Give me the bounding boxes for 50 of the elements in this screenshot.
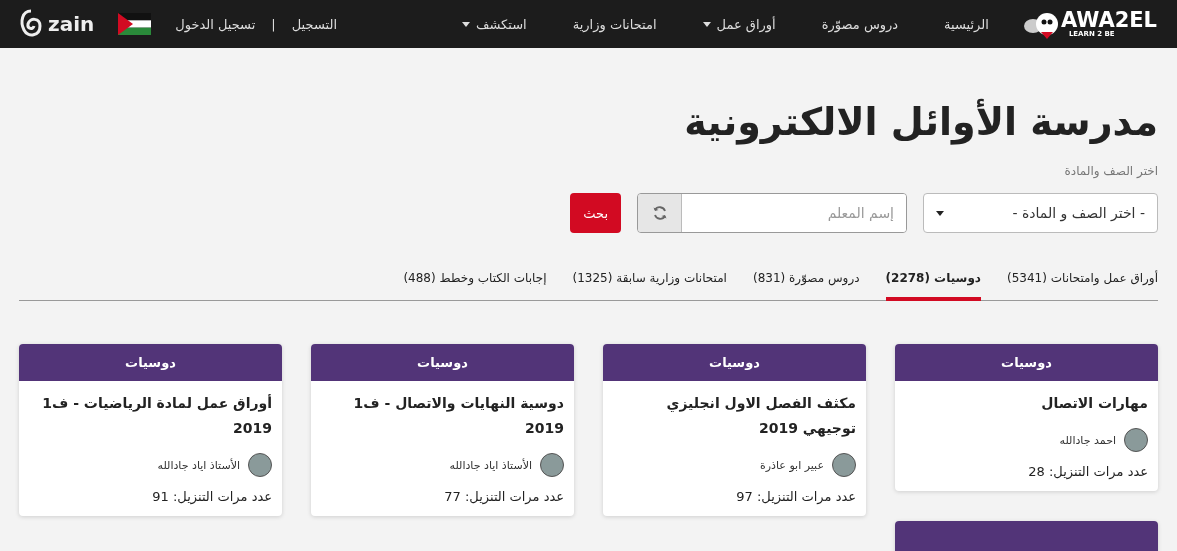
download-count: عدد مرات التنزيل: 91 <box>151 489 272 504</box>
nav-link[interactable]: أوراق عمل <box>702 16 776 32</box>
file-card[interactable]: دوسيات مكثف الفصل الاول انجليزي توجيهي 2019 عبير ابو عاذرة عدد مرات التنزيل: 97 <box>603 344 866 516</box>
author-name: الأستاذ اياد جادالله <box>449 458 532 472</box>
sponsor-name: zain <box>48 12 95 36</box>
avatar-icon <box>248 453 272 477</box>
file-card[interactable]: دوسيات مهارات الاتصال احمد جادالله عدد مرات التنزيل: 28 <box>895 344 1158 491</box>
caret-icon <box>462 21 471 27</box>
file-card[interactable]: دوسيات دوسية النهايات والاتصال - ف1 2019 الأستاذ اياد جادالله عدد مرات التنزيل: 77 <box>311 344 574 516</box>
category-tab[interactable]: إجابات الكتاب وخطط (488) <box>403 271 547 301</box>
register-link[interactable]: التسجيل <box>291 16 337 32</box>
author-name: عبير ابو عاذرة <box>760 458 824 472</box>
nav-link[interactable]: دروس مصوّرة <box>821 16 899 32</box>
file-card[interactable]: دوسيات أوراق عمل لمادة الرياضيات - ف1 2019 الأستاذ اياد جادالله عدد مرات التنزيل: 91 <box>19 344 282 516</box>
download-count: عدد مرات التنزيل: 28 <box>1027 464 1148 479</box>
caret-icon <box>702 21 711 27</box>
logo-name: AWA2EL <box>1060 10 1157 31</box>
category-tab[interactable]: دوسيات (2278) <box>885 271 981 301</box>
separator: | <box>271 16 276 32</box>
nav-link[interactable]: امتحانات وزارية <box>572 16 657 32</box>
author-name: الأستاذ اياد جادالله <box>157 458 240 472</box>
card-category: دوسيات <box>19 344 282 381</box>
avatar-icon <box>832 453 856 477</box>
card-title: دوسية النهايات والاتصال - ف1 2019 <box>352 394 564 438</box>
login-link[interactable]: تسجيل الدخول <box>175 16 256 32</box>
refresh-button[interactable] <box>638 194 682 232</box>
search-button[interactable]: بحث <box>570 193 621 233</box>
card-title: مهارات الاتصال <box>1040 394 1148 414</box>
avatar-icon <box>1124 428 1148 452</box>
card-category: دوسيات <box>895 344 1158 381</box>
card-title: مكثف الفصل الاول انجليزي توجيهي 2019 <box>665 394 856 439</box>
card-category: دوسيات <box>603 344 866 381</box>
author-name: احمد جادالله <box>1059 433 1116 447</box>
category-tab[interactable]: دروس مصوّرة (831) <box>752 271 860 301</box>
download-count: عدد مرات التنزيل: 97 <box>735 489 856 504</box>
download-count: عدد مرات التنزيل: 77 <box>443 489 564 504</box>
refresh-icon <box>651 205 668 221</box>
card-category: دوسيات <box>311 344 574 381</box>
card-title: أوراق عمل لمادة الرياضيات - ف1 2019 <box>41 393 272 438</box>
nav-link[interactable]: الرئيسية <box>944 16 989 32</box>
page-title: مدرسة الأوائل الالكترونية <box>683 100 1158 144</box>
grade-subject-dropdown[interactable]: - اختر الصف و المادة - <box>923 193 1158 233</box>
category-tab[interactable]: أوراق عمل وامتحانات (5341) <box>1007 271 1158 301</box>
teacher-search-field[interactable]: إسم المعلم <box>637 193 907 233</box>
filter-label: اختر الصف والمادة <box>1063 164 1158 178</box>
category-tab[interactable]: امتحانات وزارية سابقة (1325) <box>572 271 727 301</box>
flag-icon <box>118 13 152 35</box>
caret-icon <box>936 210 944 216</box>
avatar-icon <box>540 453 564 477</box>
nav-link[interactable]: استكشف <box>462 16 527 32</box>
